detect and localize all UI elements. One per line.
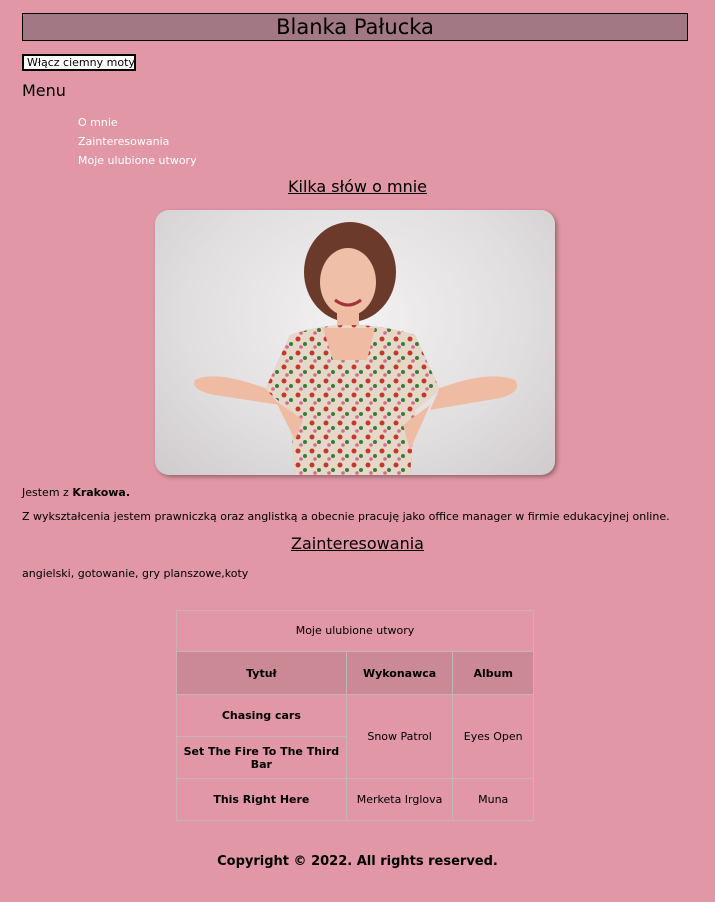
song-album: Muna bbox=[452, 778, 534, 821]
about-heading: Kilka słów o mnie bbox=[288, 177, 427, 196]
song-artist: Merketa Irglova bbox=[345, 778, 454, 821]
table-row: This Right Here Merketa Irglova Muna bbox=[176, 778, 534, 821]
city-line: Jestem z Krakowa. bbox=[22, 486, 130, 499]
songs-table-caption: Moje ulubione utwory bbox=[176, 610, 534, 651]
menu-heading: Menu bbox=[22, 81, 66, 100]
song-title: Set The Fire To The Third Bar bbox=[176, 736, 347, 779]
songs-table: Moje ulubione utwory Tytuł Wykonawca Alb… bbox=[176, 610, 534, 821]
bio-text: Z wykształcenia jestem prawniczką oraz a… bbox=[22, 510, 670, 523]
menu-item-songs[interactable]: Moje ulubione utwory bbox=[78, 151, 197, 170]
menu-item-about[interactable]: O mnie bbox=[78, 113, 197, 132]
column-header-album: Album bbox=[452, 651, 534, 695]
table-row: Chasing cars Snow Patrol Eyes Open bbox=[176, 694, 534, 779]
person-illustration bbox=[194, 222, 518, 475]
table-header-row: Tytuł Wykonawca Album bbox=[176, 651, 534, 695]
interests-heading: Zainteresowania bbox=[291, 534, 424, 553]
menu-item-interests[interactable]: Zainteresowania bbox=[78, 132, 197, 151]
footer-copyright: Copyright © 2022. All rights reserved. bbox=[217, 854, 498, 869]
menu-list: O mnie Zainteresowania Moje ulubione utw… bbox=[78, 113, 197, 170]
song-title: Chasing cars bbox=[176, 694, 347, 737]
page-header: Blanka Pałucka bbox=[22, 13, 688, 41]
city-name: Krakowa. bbox=[72, 486, 131, 499]
profile-photo bbox=[155, 210, 555, 475]
column-header-artist: Wykonawca bbox=[345, 651, 454, 695]
song-title: This Right Here bbox=[176, 778, 347, 821]
song-artist: Snow Patrol bbox=[345, 694, 454, 779]
dark-theme-toggle-button[interactable]: Włącz ciemny motyw bbox=[22, 54, 136, 71]
song-album: Eyes Open bbox=[452, 694, 534, 779]
city-prefix: Jestem z bbox=[22, 486, 73, 499]
column-header-title: Tytuł bbox=[176, 651, 347, 695]
interests-text: angielski, gotowanie, gry planszowe,koty bbox=[22, 567, 249, 580]
